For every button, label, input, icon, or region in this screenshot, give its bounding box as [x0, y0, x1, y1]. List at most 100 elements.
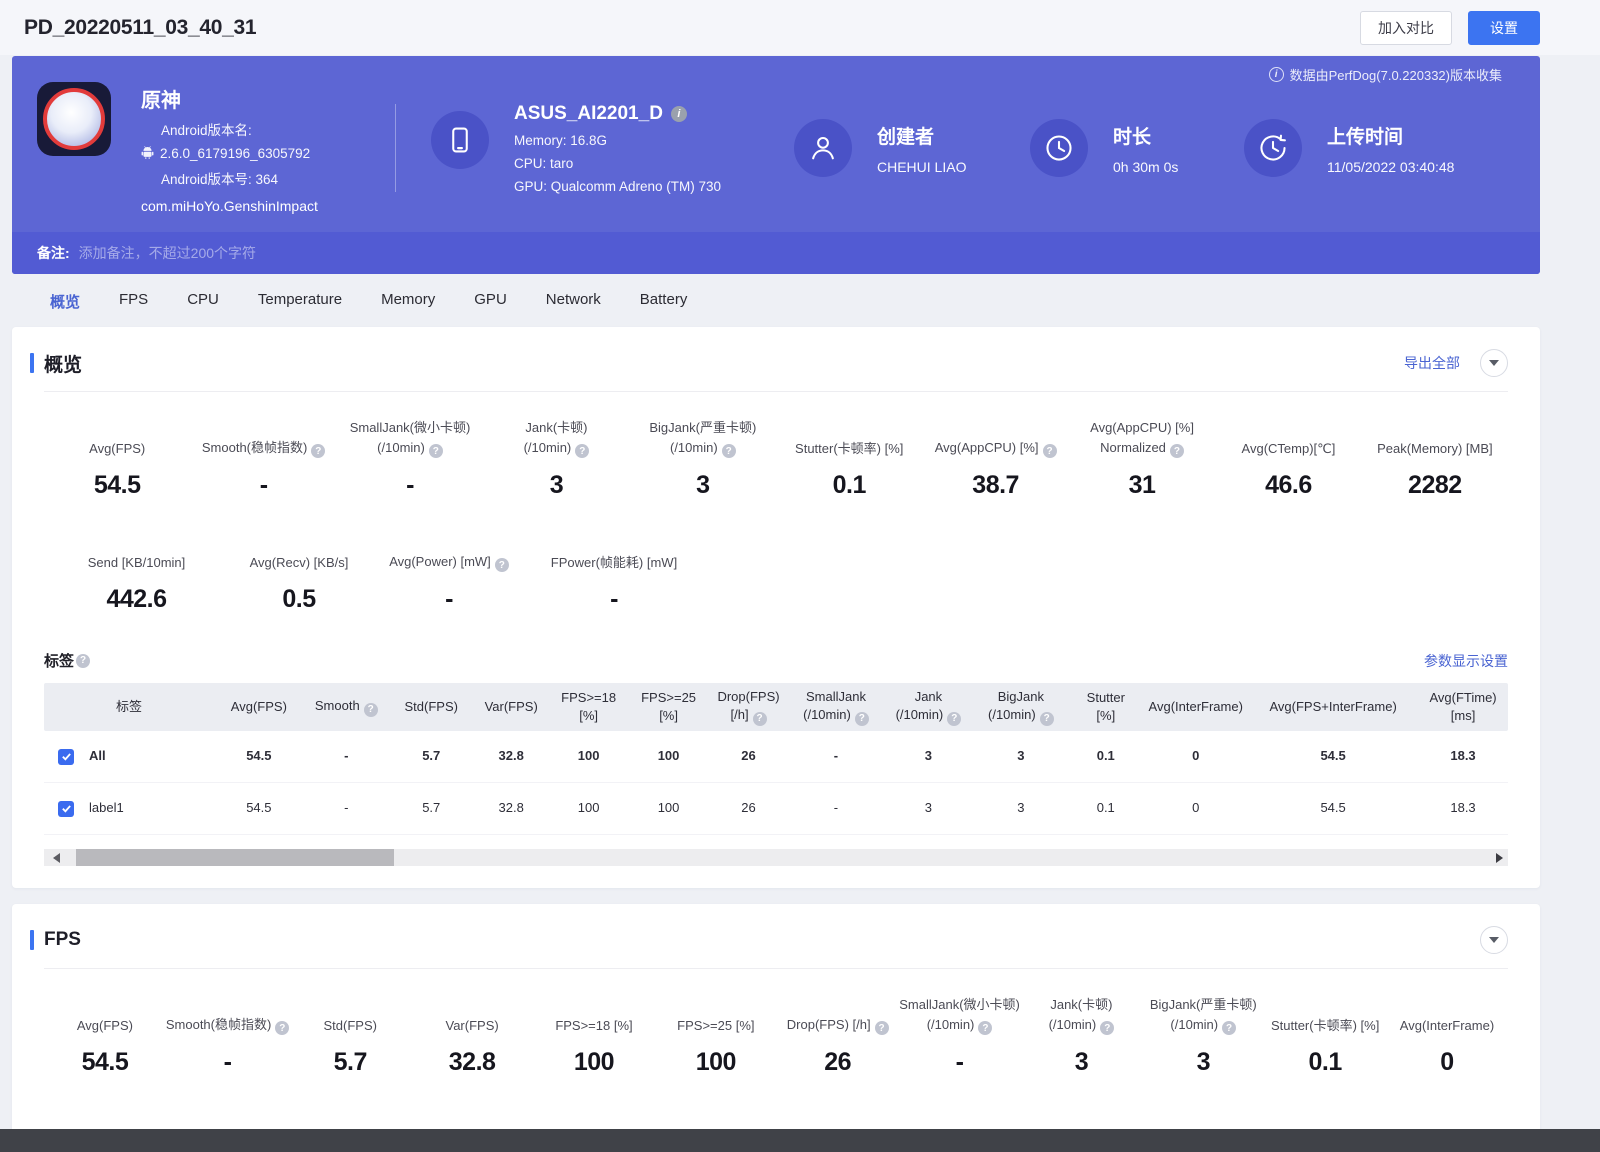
report-banner: i 数据由PerfDog(7.0.220332)版本收集 原神 Android版… [12, 56, 1540, 274]
header-cell: FPS>=18? [%]? [549, 689, 629, 725]
help-icon[interactable]: ? [364, 703, 378, 717]
row-cell: - [788, 799, 883, 817]
collapse-button[interactable] [1480, 926, 1508, 954]
add-compare-button[interactable]: 加入对比 [1360, 11, 1452, 45]
row-checkbox[interactable] [58, 749, 74, 765]
help-icon[interactable]: ? [311, 444, 325, 458]
help-icon[interactable]: ? [855, 712, 869, 726]
help-icon[interactable]: ? [978, 1021, 992, 1035]
header-cell: FPS>=25? [%]? [629, 689, 709, 725]
scroll-right-arrow-icon[interactable] [1496, 853, 1503, 863]
header-cell: Avg(FTime)? [ms]? [1418, 689, 1508, 725]
android-icon [141, 145, 154, 162]
help-icon[interactable]: ? [429, 444, 443, 458]
help-icon[interactable]: ? [1040, 712, 1054, 726]
help-icon[interactable]: ? [76, 654, 90, 668]
scroll-thumb[interactable] [76, 849, 394, 866]
metric: Avg(InterFrame)? ? 0 [1386, 995, 1508, 1077]
help-icon[interactable]: ? [1222, 1021, 1236, 1035]
table-row: label1 54.5 - 5.7 32.8 100 100 26 - 3 3 … [44, 783, 1508, 835]
metric-label: Avg(InterFrame)? ? [1386, 995, 1508, 1035]
tab[interactable]: Network [546, 291, 601, 312]
help-icon[interactable]: ? [275, 1021, 289, 1035]
row-cell: 3 [883, 747, 973, 765]
row-cell: 26 [709, 747, 789, 765]
tab[interactable]: Temperature [258, 291, 342, 312]
row-cell: 54.5 [1248, 747, 1418, 765]
row-cell: 100 [629, 799, 709, 817]
tab[interactable]: Battery [640, 291, 688, 312]
help-icon[interactable]: ? [753, 712, 767, 726]
upload-block: 上传时间 11/05/2022 03:40:48 [1244, 119, 1454, 177]
row-cell: - [304, 799, 389, 817]
collapse-button[interactable] [1480, 349, 1508, 377]
params-settings-link[interactable]: 参数显示设置 [1424, 651, 1508, 671]
tab-bar: 概览 FPS CPU Temperature Memory GPU Networ… [12, 274, 1540, 327]
device-info-icon[interactable]: i [671, 106, 687, 122]
metric-label: SmallJank(微小卡顿)? (/10min)? [899, 995, 1021, 1035]
history-clock-icon [1244, 119, 1302, 177]
header-cell: Std(FPS)? ? [389, 698, 474, 716]
help-icon[interactable]: ? [1043, 444, 1057, 458]
metric: Send [KB/10min]? 442.6 [44, 532, 229, 614]
metric-label: Avg(FPS)? ? [44, 995, 166, 1035]
header-cell: Stutter? [%]? [1068, 689, 1143, 725]
settings-button[interactable]: 设置 [1468, 11, 1540, 45]
metric: Smooth(稳帧指数)? ? - [190, 418, 336, 500]
check-icon [61, 803, 72, 814]
fps-card: FPS Avg(FPS)? ? 54.5 Smooth(稳帧指数)? [12, 904, 1540, 1152]
help-icon[interactable]: ? [1170, 444, 1184, 458]
header-cell: Jank? (/10min)? [883, 688, 973, 726]
metric-label: Jank(卡顿)? (/10min)? [483, 418, 629, 458]
fps-metrics-row1: Avg(FPS)? ? 54.5 Smooth(稳帧指数)? ? - Std [44, 995, 1508, 1077]
metric-value: 100 [655, 1048, 777, 1077]
app-version-name-label: Android版本名: [141, 119, 318, 139]
help-icon[interactable]: ? [1100, 1021, 1114, 1035]
divider [44, 391, 1508, 392]
row-cell: 100 [629, 747, 709, 765]
metric: Avg(CTemp)[℃]? ? 46.6 [1215, 418, 1361, 500]
export-all-link[interactable]: 导出全部 [1404, 353, 1460, 373]
chevron-down-icon [1489, 937, 1499, 943]
device-memory: Memory: 16.8G [514, 133, 721, 148]
row-cell: 18.3 [1418, 747, 1508, 765]
metric: Jank(卡顿)? (/10min)? 3 [483, 418, 629, 500]
row-checkbox[interactable] [58, 801, 74, 817]
help-icon[interactable]: ? [575, 444, 589, 458]
metric-value: 31 [1069, 471, 1215, 500]
tab[interactable]: CPU [187, 291, 219, 312]
metric: Peak(Memory) [MB]? ? 2282 [1362, 418, 1508, 500]
header-cell: Var(FPS)? ? [474, 698, 549, 716]
note-input[interactable]: 添加备注，不超过200个字符 [79, 243, 256, 263]
metric: Avg(Power) [mW]? - [369, 532, 529, 614]
metric: Avg(FPS)? ? 54.5 [44, 995, 166, 1077]
help-icon[interactable]: ? [875, 1021, 889, 1035]
metric-value: 3 [630, 471, 776, 500]
upload-value: 11/05/2022 03:40:48 [1327, 159, 1454, 175]
row-cell: 18.3 [1418, 799, 1508, 817]
help-icon[interactable]: ? [947, 712, 961, 726]
row-cell: 54.5 [214, 799, 304, 817]
metric: Avg(AppCPU) [%]? ? 38.7 [922, 418, 1068, 500]
bottom-bar [0, 1129, 1600, 1152]
row-cell: 54.5 [214, 747, 304, 765]
app-version-code: Android版本号: 364 [141, 168, 318, 188]
tab[interactable]: 概览 [50, 291, 80, 312]
help-icon[interactable]: ? [722, 444, 736, 458]
chevron-down-icon [1489, 360, 1499, 366]
metric-value: 46.6 [1215, 471, 1361, 500]
creator-icon [794, 119, 852, 177]
metric-label: BigJank(严重卡顿)? (/10min)? [1142, 995, 1264, 1035]
scroll-left-arrow-icon[interactable] [53, 853, 60, 863]
scroll-track[interactable] [66, 849, 1490, 866]
device-icon [431, 111, 489, 169]
creator-name: CHEHUI LIAO [877, 159, 966, 175]
metric-value: - [529, 585, 699, 614]
metric-label: Jank(卡顿)? (/10min)? [1020, 995, 1142, 1035]
help-icon[interactable]: ? [495, 558, 509, 572]
tab[interactable]: GPU [474, 291, 507, 312]
tab[interactable]: Memory [381, 291, 435, 312]
metric: SmallJank(微小卡顿)? (/10min)? - [337, 418, 483, 500]
metric-label: Drop(FPS) [/h]? ? [777, 995, 899, 1035]
tab[interactable]: FPS [119, 291, 148, 312]
